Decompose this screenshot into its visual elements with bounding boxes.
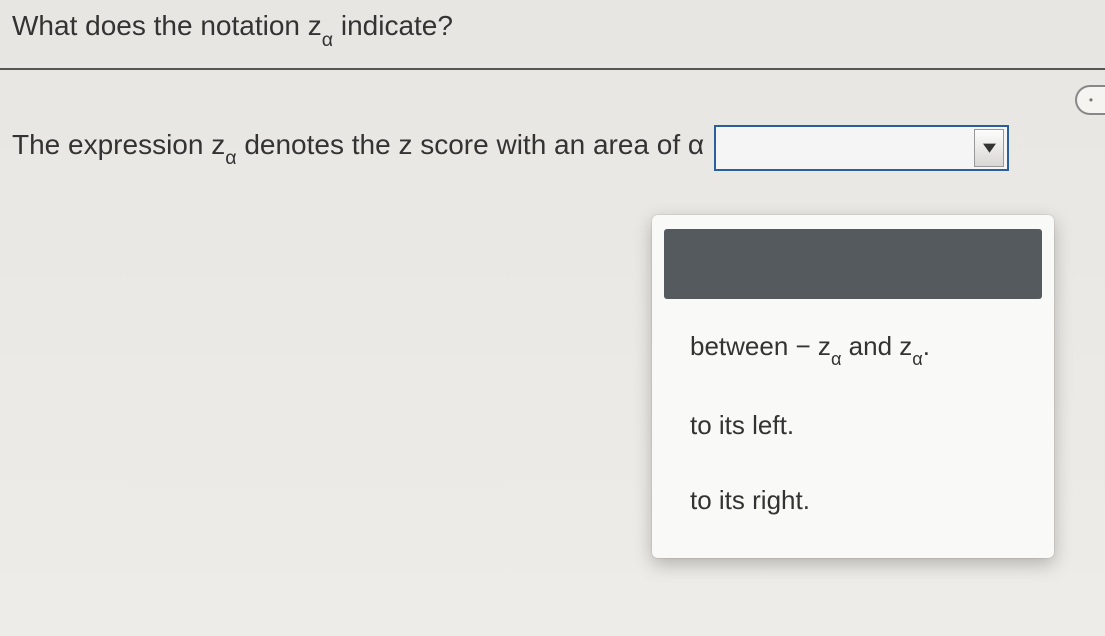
ellipsis-icon: • [1089,93,1093,107]
opt2-text: to its left. [690,410,794,440]
question-prefix: What does the notation z [12,10,322,41]
dropdown-arrow-button[interactable] [974,129,1004,167]
prompt-prefix: The expression z [12,129,225,160]
question-text: What does the notation zα indicate? [0,0,1105,68]
dropdown-options-panel: between − zα and zα. to its left. to its… [652,215,1054,558]
prompt-subscript: α [225,147,236,169]
opt1-suffix: . [923,331,930,361]
opt1-mid: and z [841,331,912,361]
opt1-sub1: α [831,349,842,369]
dropdown-option-blank[interactable] [664,229,1042,299]
help-indicator[interactable]: • [1075,85,1105,115]
question-subscript: α [322,29,333,51]
answer-prompt: The expression zα denotes the z score wi… [12,129,704,167]
answer-row: The expression zα denotes the z score wi… [0,70,1105,171]
prompt-mid: denotes the z score with an area of α [237,129,705,160]
dropdown-option-left[interactable]: to its left. [664,388,1042,463]
answer-dropdown[interactable] [714,125,1009,171]
question-suffix: indicate? [333,10,453,41]
dropdown-option-between[interactable]: between − zα and zα. [664,309,1042,388]
opt1-prefix: between − z [690,331,831,361]
opt1-sub2: α [912,349,923,369]
dropdown-option-right[interactable]: to its right. [664,463,1042,538]
opt3-text: to its right. [690,485,810,515]
chevron-down-icon [983,141,996,154]
